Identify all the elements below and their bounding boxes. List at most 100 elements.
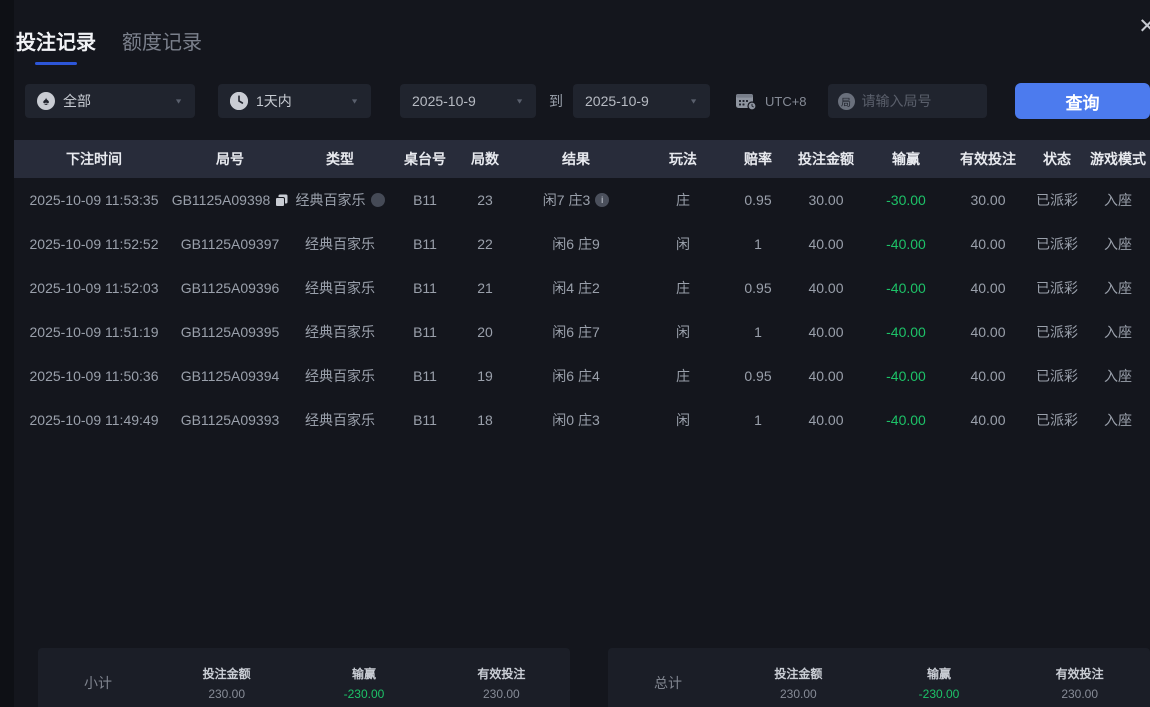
cell-game-mode: 入座	[1104, 236, 1132, 252]
cell-status: 已派彩	[1036, 192, 1078, 208]
table-body: 2025-10-09 11:53:35 GB1125A09398 经典百家乐 B…	[14, 178, 1150, 442]
table-row: 2025-10-09 11:50:36 GB1125A09394 经典百家乐 B…	[14, 354, 1150, 398]
cell-status: 已派彩	[1036, 236, 1078, 252]
result-text: 闲7 庄3	[542, 192, 591, 208]
cell-game-mode: 入座	[1104, 192, 1132, 208]
cell-valid-bet: 30.00	[970, 192, 1006, 208]
total-label: 总计	[654, 675, 682, 691]
cell-bet-amount: 40.00	[808, 324, 844, 340]
col-header-games: 局数	[471, 151, 499, 167]
cell-type: 经典百家乐	[286, 322, 394, 342]
cell-time: 2025-10-09 11:53:35	[29, 192, 159, 208]
cell-time: 2025-10-09 11:52:03	[29, 280, 159, 296]
total-winloss: 输赢 -230.00	[869, 665, 1010, 701]
cell-valid-bet: 40.00	[970, 324, 1006, 340]
video-dot-icon[interactable]	[370, 193, 385, 207]
round-id: GB1125A09397	[180, 236, 280, 252]
total-bet-amount: 投注金额 230.00	[728, 665, 869, 701]
cell-table-no: B11	[413, 192, 437, 208]
date-to-label: 到	[549, 93, 563, 109]
table-row: 2025-10-09 11:52:03 GB1125A09396 经典百家乐 B…	[14, 266, 1150, 310]
cell-winloss: -30.00	[886, 192, 926, 208]
background-strip	[0, 0, 14, 707]
bet-table: 下注时间 局号 类型 桌台号 局数 结果 玩法 赔率 投注金额 输赢 有效投注 …	[14, 140, 1150, 442]
round-id: GB1125A09395	[180, 324, 280, 340]
table-row: 2025-10-09 11:52:52 GB1125A09397 经典百家乐 B…	[14, 222, 1150, 266]
cell-games: 18	[477, 412, 493, 428]
game-type-dropdown[interactable]: ♠ 全部 ▼	[25, 84, 195, 118]
result-text: 闲6 庄9	[552, 236, 600, 252]
tab-quota-records[interactable]: 额度记录	[122, 26, 202, 65]
stat-value: -230.00	[918, 687, 960, 701]
cell-play: 庄	[676, 192, 690, 208]
col-header-table-no: 桌台号	[404, 151, 446, 167]
cell-result: 闲7 庄3 i	[514, 190, 638, 210]
cell-round: GB1125A09394	[174, 368, 286, 384]
cell-odds: 0.95	[744, 368, 772, 384]
round-id: GB1125A09398	[171, 192, 271, 208]
cell-time: 2025-10-09 11:51:19	[29, 324, 159, 340]
close-icon[interactable]: ✕	[1138, 16, 1150, 37]
result-text: 闲4 庄2	[552, 280, 600, 296]
date-to-picker[interactable]: 2025-10-9 ▼	[573, 84, 710, 118]
cell-table-no: B11	[413, 236, 437, 252]
calendar-icon[interactable]	[735, 91, 757, 111]
cell-games: 21	[477, 280, 493, 296]
game-type-name: 经典百家乐	[305, 368, 375, 384]
table-row: 2025-10-09 11:53:35 GB1125A09398 经典百家乐 B…	[14, 178, 1150, 222]
date-from-picker[interactable]: 2025-10-9 ▼	[400, 84, 536, 118]
game-type-name: 经典百家乐	[295, 192, 366, 208]
col-header-status: 状态	[1043, 151, 1071, 167]
stat-value: 230.00	[779, 687, 817, 701]
cell-play: 庄	[676, 368, 690, 384]
date-to-value: 2025-10-9	[585, 93, 649, 109]
round-number-input[interactable]	[861, 93, 977, 109]
cell-round: GB1125A09393	[174, 412, 286, 428]
cell-games: 23	[477, 192, 493, 208]
total-valid-bet: 有效投注 230.00	[1009, 665, 1150, 701]
stat-label: 输赢	[927, 667, 952, 681]
cell-game-mode: 入座	[1104, 324, 1132, 340]
cell-status: 已派彩	[1036, 412, 1078, 428]
table-row: 2025-10-09 11:49:49 GB1125A09393 经典百家乐 B…	[14, 398, 1150, 442]
time-range-dropdown[interactable]: 1天内 ▼	[218, 84, 371, 118]
cell-bet-amount: 40.00	[808, 368, 844, 384]
table-header-row: 下注时间 局号 类型 桌台号 局数 结果 玩法 赔率 投注金额 输赢 有效投注 …	[14, 140, 1150, 178]
stat-label: 投注金额	[774, 667, 823, 681]
info-icon[interactable]: i	[595, 193, 610, 207]
game-type-value: 全部	[63, 93, 91, 109]
cell-valid-bet: 40.00	[970, 368, 1006, 384]
game-type-name: 经典百家乐	[305, 412, 375, 428]
stat-label: 投注金额	[202, 667, 251, 681]
tab-bet-records[interactable]: 投注记录	[16, 26, 96, 65]
stat-value: -230.00	[343, 687, 385, 701]
cell-bet-amount: 30.00	[808, 192, 844, 208]
cell-result: 闲6 庄4 i	[514, 366, 638, 386]
result-text: 闲6 庄7	[552, 324, 600, 340]
query-button[interactable]: 查询	[1015, 83, 1150, 119]
cell-bet-amount: 40.00	[808, 412, 844, 428]
col-header-bet-amount: 投注金额	[798, 151, 854, 167]
cell-round: GB1125A09397	[174, 236, 286, 252]
round-search-box: 局	[827, 84, 987, 118]
col-header-game-mode: 游戏模式	[1090, 151, 1146, 167]
clock-icon	[230, 92, 248, 110]
cell-bet-amount: 40.00	[808, 236, 844, 252]
col-header-time: 下注时间	[66, 151, 122, 167]
time-range-value: 1天内	[256, 93, 292, 109]
cell-game-mode: 入座	[1104, 280, 1132, 296]
stat-value: 230.00	[1061, 687, 1099, 701]
cell-games: 20	[477, 324, 493, 340]
cell-table-no: B11	[413, 412, 437, 428]
subtotal-panel: 小计 投注金额 230.00 输赢 -230.00 有效投注 230.00	[38, 648, 570, 707]
subtotal-valid-bet: 有效投注 230.00	[433, 665, 570, 701]
spade-icon: ♠	[37, 92, 55, 110]
stat-label: 有效投注	[1055, 667, 1104, 681]
cell-result: 闲4 庄2 i	[514, 278, 638, 298]
stat-label: 输赢	[351, 667, 376, 681]
cell-bet-amount: 40.00	[808, 280, 844, 296]
cell-result: 闲0 庄3 i	[514, 410, 638, 430]
cell-status: 已派彩	[1036, 324, 1078, 340]
cell-type: 经典百家乐	[286, 410, 394, 430]
col-header-type: 类型	[326, 151, 354, 167]
